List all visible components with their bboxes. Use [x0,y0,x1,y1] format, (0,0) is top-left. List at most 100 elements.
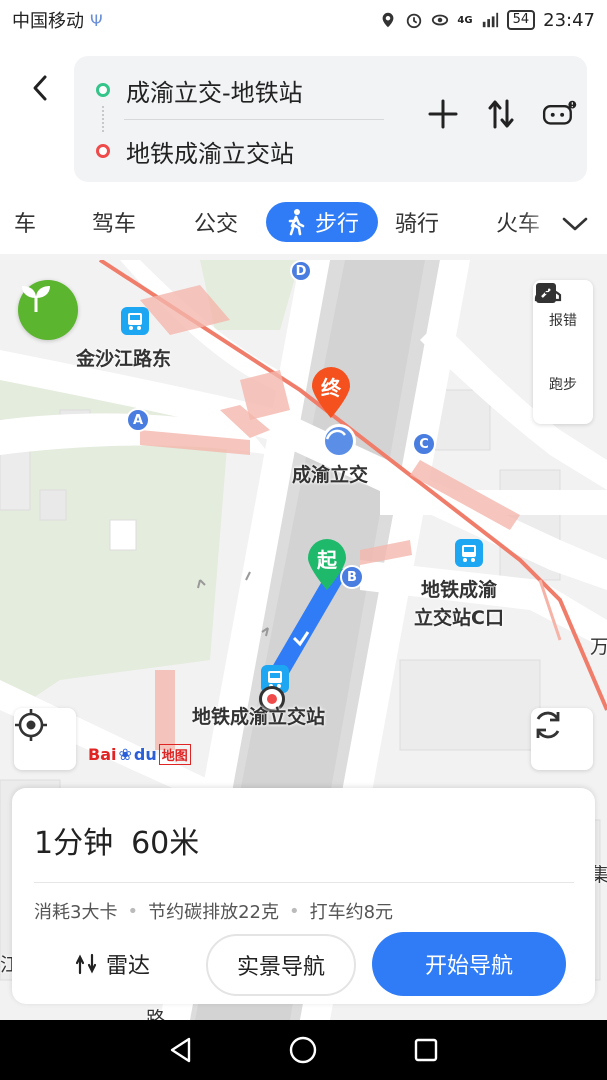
real-scene-nav-label: 实景导航 [236,955,325,980]
route-end[interactable]: 地铁成渝立交站 [96,131,294,171]
end-dot-icon [96,144,110,158]
usb-icon: Ψ [90,10,103,30]
system-nav-bar [0,1020,607,1080]
eco-button[interactable] [18,280,78,340]
baidu-logo: Bai ❀ du 地图 [88,744,191,765]
metro-station-icon[interactable] [322,424,356,458]
system-home-button[interactable] [283,1030,323,1070]
metro-logo-icon [325,429,347,440]
add-waypoint-button[interactable] [425,96,461,132]
running-label: 跑步 [549,377,577,393]
eye-icon [432,14,449,26]
map-tools: 报错 跑步 [533,280,593,424]
place-label-station[interactable]: 地铁成渝立交站 [192,702,325,729]
network-type: 4G [457,14,473,26]
route-header: 成渝立交-地铁站 地铁成渝立交站 [0,40,607,190]
route-card: 成渝立交-地铁站 地铁成渝立交站 [74,56,587,182]
logo-text: du [133,745,157,764]
stat-carbon: 节约碳排放22克 [148,902,279,923]
start-dot-icon [96,83,110,97]
battery-level: 54 [506,10,536,30]
travel-mode-tabs: 车 驾车 公交 步行 骑行 火车 [0,190,607,254]
report-error-button[interactable]: 报错 [536,283,577,330]
tab-car[interactable]: 车 [14,202,36,242]
chevron-left-icon [33,75,47,101]
route-stats: 消耗3大卡 • 节约碳排放22克 • 打车约8元 [34,898,393,924]
logo-text: 地图 [158,744,191,765]
route-start-label: 成渝立交-地铁站 [126,78,303,107]
assistant-button[interactable] [541,96,577,132]
place-label-jinsha[interactable]: 金沙江路东 [76,344,171,371]
carrier-name: 中国移动 [12,11,84,32]
sheet-divider [34,882,574,883]
tab-walk[interactable]: 步行 [266,202,378,242]
location-icon [383,12,394,28]
triangle-back-icon [170,1037,191,1063]
route-start[interactable]: 成渝立交-地铁站 [96,70,303,110]
robot-icon [542,100,577,125]
tab-bus[interactable]: 公交 [194,202,238,242]
radar-icon [75,953,97,975]
back-button[interactable] [22,70,58,106]
refresh-icon [536,711,560,739]
route-distance: 60米 [131,826,200,861]
tab-drive[interactable]: 驾车 [92,202,136,242]
plus-icon [428,99,458,129]
tab-car-label: 车 [14,212,37,237]
start-navigation-button[interactable]: 开始导航 [372,932,566,996]
system-back-button[interactable] [161,1030,201,1070]
route-time: 1分钟 [34,826,114,861]
exit-a-marker[interactable]: A [126,408,150,432]
tab-bike-label: 骑行 [395,212,440,237]
expand-modes-button[interactable] [561,210,589,238]
stat-separator: • [127,900,139,922]
start-marker-label: 起 [317,548,337,572]
report-error-label: 报错 [549,313,577,329]
exit-c-marker[interactable]: C [412,432,436,456]
running-button[interactable]: 跑步 [534,284,577,394]
paw-icon: ❀ [118,745,132,764]
locate-button[interactable] [14,708,76,770]
real-scene-nav-button[interactable]: 实景导航 [206,934,356,996]
signal-icon [482,12,498,28]
edge-label: 路 [146,1008,166,1020]
bus-stop-icon[interactable] [454,538,484,570]
home-circle-icon [290,1036,317,1064]
end-marker-label: 终 [321,376,341,400]
exit-d-marker[interactable]: D [290,260,312,282]
place-label-station-c[interactable]: 地铁成渝 立交站C口 [414,576,504,632]
stat-calories: 消耗3大卡 [34,902,118,923]
radar-button[interactable]: 雷达 [74,948,150,980]
place-label-chengyu[interactable]: 成渝立交 [292,460,368,487]
alarm-icon [407,13,422,29]
sprout-icon [22,286,50,312]
system-recents-button[interactable] [406,1030,446,1070]
walking-icon [288,209,305,236]
tab-walk-label: 步行 [314,212,359,237]
edge-label: 万 [590,636,607,658]
logo-text: Bai [88,745,117,764]
start-marker[interactable]: 起 [304,536,350,592]
swap-icon [488,99,514,129]
tab-bike[interactable]: 骑行 [395,202,439,242]
swap-route-button[interactable] [483,96,519,132]
route-end-label: 地铁成渝立交站 [126,139,294,168]
square-recents-icon [414,1038,438,1062]
status-bar: 中国移动 Ψ 4G 54 23:47 [0,0,607,40]
end-marker[interactable]: 终 [308,364,354,420]
clock: 23:47 [543,9,595,31]
radar-label: 雷达 [106,954,151,979]
stat-taxi: 打车约8元 [309,902,394,923]
route-summary-sheet: 1分钟 60米 消耗3大卡 • 节约碳排放22克 • 打车约8元 雷达 实景导航… [12,788,595,1004]
route-summary: 1分钟 60米 [34,818,199,862]
tab-drive-label: 驾车 [92,212,137,237]
refresh-button[interactable] [531,708,593,770]
tabs-fade [521,190,561,254]
start-navigation-label: 开始导航 [424,954,513,979]
sneaker-icon [534,284,562,302]
route-connector [102,106,104,132]
bus-stop-icon[interactable] [120,306,150,338]
route-divider [124,119,384,120]
tab-bus-label: 公交 [194,212,239,237]
stat-separator: • [288,900,300,922]
